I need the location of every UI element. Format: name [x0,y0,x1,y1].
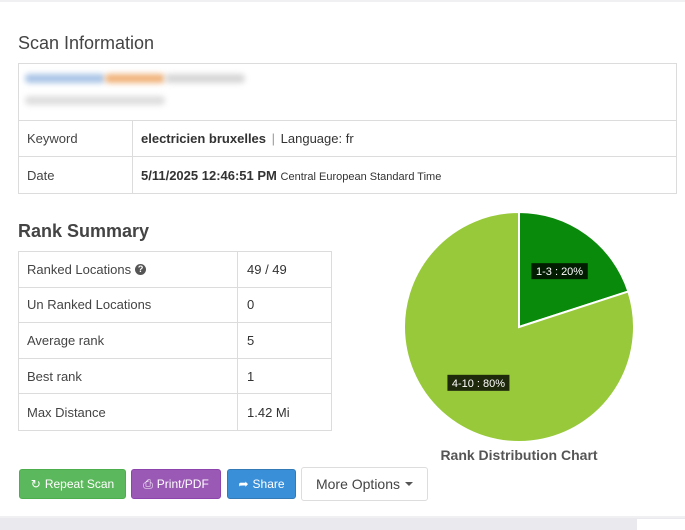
rank-distribution-chart: 1-3 : 20% 4-10 : 80% [398,208,640,448]
more-options-button[interactable]: More Options [301,467,428,501]
pie-label-1: 4-10 : 80% [447,374,510,391]
print-pdf-button[interactable]: ⎙ Print/PDF [131,469,221,499]
table-row: Average rank 5 [19,323,331,359]
average-rank-label: Average rank [19,323,238,358]
keyword-value: electricien bruxelles [141,131,267,146]
scan-info-table: Keyword electricien bruxelles | Language… [18,63,677,194]
date-value: 5/11/2025 12:46:51 PM [141,167,277,183]
rank-summary-title: Rank Summary [18,221,150,241]
repeat-scan-button[interactable]: ↻ Repeat Scan [19,469,126,499]
date-label: Date [19,157,133,193]
date-row: Date 5/11/2025 12:46:51 PM Central Europ… [19,157,676,193]
average-rank-value: 5 [247,332,255,348]
question-circle-icon[interactable]: ? [135,263,147,275]
ranked-locations-value: 49 / 49 [247,261,287,277]
more-options-label: More Options [315,476,401,492]
separator: | [271,131,276,146]
keyword-value-cell: electricien bruxelles | Language: fr [133,131,354,146]
print-pdf-label: Print/PDF [156,477,209,491]
best-rank-label: Best rank [19,358,238,394]
svg-text:4-10 : 80%: 4-10 : 80% [452,378,505,390]
rank-summary-table: Ranked Locations ? 49 / 49 Un Ranked Loc… [18,251,332,431]
max-distance-value: 1.42 Mi [247,404,290,420]
pie-label-0: 1-3 : 20% [531,263,588,280]
repeat-scan-label: Repeat Scan [44,477,115,491]
bottom-corner [637,519,685,530]
chart-caption: Rank Distribution Chart [440,447,598,463]
ranked-locations-label: Ranked Locations [27,261,132,277]
table-row: Best rank 1 [19,358,331,395]
svg-text:1-3 : 20%: 1-3 : 20% [536,266,583,278]
share-label: Share [252,477,285,491]
table-row: Un Ranked Locations 0 [19,287,331,324]
share-button[interactable]: ➦ Share [227,469,296,499]
scan-card: Scan Information Keyword electricien bru… [0,2,685,516]
pie-chart-svg: 1-3 : 20% 4-10 : 80% [403,210,635,443]
blurred-header [19,64,676,121]
keyword-label: Keyword [19,121,133,156]
table-row: Ranked Locations ? 49 / 49 [19,252,331,288]
scan-info-title: Scan Information [18,33,155,53]
share-icon: ➦ [238,477,249,491]
unranked-locations-value: 0 [247,297,255,313]
best-rank-value: 1 [247,368,255,384]
bottom-bar [0,518,685,530]
language-value: Language: fr [280,131,354,146]
max-distance-label: Max Distance [19,394,238,430]
unranked-locations-label: Un Ranked Locations [19,287,238,323]
table-row: Max Distance 1.42 Mi [19,394,331,430]
caret-down-icon [405,482,414,486]
timezone: Central European Standard Time [280,170,442,183]
print-icon: ⎙ [143,476,153,491]
refresh-icon: ↻ [30,477,41,491]
keyword-row: Keyword electricien bruxelles | Language… [19,121,676,157]
date-value-cell: 5/11/2025 12:46:51 PM Central European S… [133,168,441,183]
